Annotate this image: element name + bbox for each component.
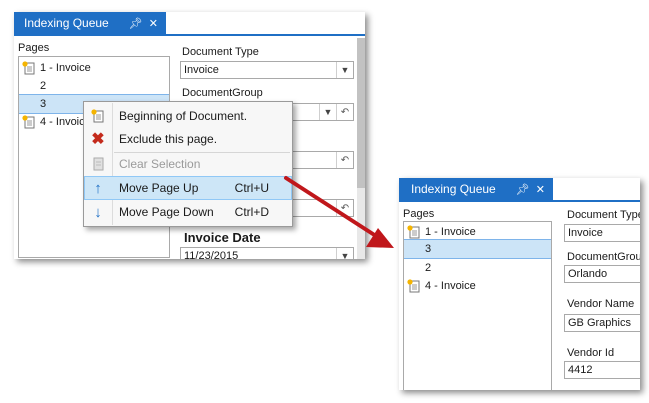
document-gray-icon [93, 157, 104, 171]
document-star-icon [22, 115, 35, 129]
menu-item-label: Exclude this page. [119, 132, 218, 146]
close-icon[interactable]: ✕ [536, 183, 545, 196]
pin-icon[interactable]: 📌︎ [516, 183, 530, 196]
list-item-label: 3 [40, 98, 47, 110]
tab-underline [399, 200, 640, 202]
menu-item-label: Clear Selection [119, 157, 201, 171]
list-item[interactable]: 4 - Invoice [404, 277, 551, 295]
list-item[interactable]: 1 - Invoice [19, 59, 169, 77]
document-group-label: DocumentGroup [182, 87, 263, 99]
document-type-value: Invoice [184, 64, 219, 76]
document-type-value: Invoice [568, 227, 603, 239]
document-group-label: DocumentGroup [567, 251, 640, 263]
list-item[interactable]: 2 [19, 77, 169, 95]
chevron-down-icon[interactable]: ▼ [336, 62, 353, 78]
document-star-icon [407, 225, 420, 239]
pages-label: Pages [18, 42, 50, 54]
red-arrow-icon [284, 176, 394, 248]
undo-icon[interactable]: ↶ [336, 152, 353, 168]
menu-item-shortcut: Ctrl+U [234, 181, 269, 195]
vendor-name-label: Vendor Name [567, 298, 635, 310]
undo-icon[interactable]: ↶ [336, 104, 353, 120]
tab-indexing-queue[interactable]: Indexing Queue 📌︎ ✕ [399, 178, 553, 200]
menu-item-exclude-page[interactable]: ✖ Exclude this page. [85, 128, 291, 150]
menu-item-label: Move Page Down [119, 205, 214, 219]
list-item-label: 1 - Invoice [425, 226, 476, 238]
list-item-selected[interactable]: 3 [404, 239, 551, 259]
document-star-icon [22, 61, 35, 75]
vendor-name-value: GB Graphics [568, 317, 631, 329]
list-item-label: 2 [425, 262, 432, 274]
context-menu: Beginning of Document. ✖ Exclude this pa… [83, 101, 293, 227]
vendor-id-value: 4412 [568, 364, 593, 376]
menu-item-move-page-down[interactable]: ↓ Move Page Down Ctrl+D [85, 201, 291, 223]
pages-label: Pages [403, 208, 435, 220]
document-star-icon [91, 109, 104, 123]
menu-item-beginning-of-document[interactable]: Beginning of Document. [85, 105, 291, 127]
document-star-icon [407, 279, 420, 293]
list-item[interactable]: 2 [404, 259, 551, 277]
invoice-date-value: 11/23/2015 [184, 250, 239, 259]
menu-item-move-page-up[interactable]: ↑ Move Page Up Ctrl+U [84, 176, 292, 200]
arrow-up-icon: ↑ [94, 179, 102, 197]
invoice-date-label: Invoice Date [184, 230, 261, 245]
right-indexing-panel: Indexing Queue 📌︎ ✕ Pages 1 - Invoice 3 … [399, 178, 640, 390]
chevron-down-icon[interactable]: ▼ [319, 104, 336, 120]
document-type-select[interactable]: Invoice ▼ [180, 61, 354, 79]
red-x-icon: ✖ [91, 131, 105, 148]
arrow-down-icon: ↓ [94, 203, 102, 221]
vendor-id-label: Vendor Id [567, 347, 615, 359]
pin-icon[interactable]: 📌︎ [129, 17, 143, 30]
vendor-name-input[interactable]: GB Graphics [564, 314, 640, 332]
document-type-select[interactable]: Invoice [564, 224, 640, 242]
menu-item-clear-selection[interactable]: Clear Selection [85, 153, 291, 175]
list-item-label: 3 [425, 243, 432, 255]
document-type-label: Document Type [182, 46, 259, 58]
list-item-label: 4 - Invoice [425, 280, 476, 292]
close-icon[interactable]: ✕ [149, 17, 158, 30]
vendor-id-input[interactable]: 4412 [564, 361, 640, 379]
pages-list[interactable]: 1 - Invoice 3 2 4 - Invoice [403, 221, 552, 390]
tab-indexing-queue[interactable]: Indexing Queue 📌︎ ✕ [14, 12, 166, 34]
list-item-label: 1 - Invoice [40, 62, 91, 74]
tab-underline [14, 34, 365, 36]
document-group-value: Orlando [568, 268, 608, 280]
tab-title: Indexing Queue [411, 182, 496, 196]
tab-title: Indexing Queue [24, 16, 109, 30]
scrollbar-thumb[interactable] [357, 38, 365, 188]
document-type-label: Document Type [567, 209, 640, 221]
menu-item-label: Beginning of Document. [119, 109, 248, 123]
menu-item-label: Move Page Up [119, 181, 199, 195]
list-item-label: 2 [40, 80, 47, 92]
menu-item-shortcut: Ctrl+D [234, 205, 269, 219]
document-group-select[interactable]: Orlando [564, 265, 640, 283]
